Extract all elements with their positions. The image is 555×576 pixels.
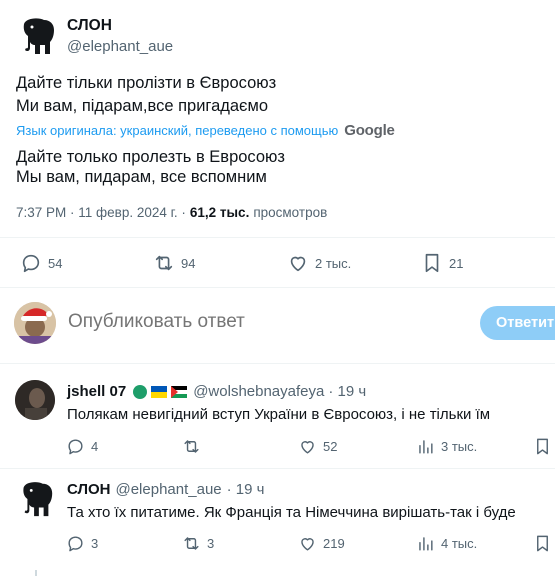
- divider: [0, 468, 555, 469]
- reply-text: Та хто їх питатиме. Як Франція та Німечч…: [67, 504, 516, 521]
- elephant-logo-icon: [23, 18, 54, 54]
- reply-icon: [68, 536, 83, 552]
- bookmark-icon: [537, 535, 548, 552]
- bookmark-icon: [537, 438, 548, 455]
- tweet-timestamp[interactable]: 7:37 PM · 11 февр. 2024 г. ·: [16, 205, 186, 220]
- reply-author-handle[interactable]: @elephant_aue: [115, 481, 221, 498]
- reply-author-avatar[interactable]: [15, 380, 55, 420]
- retweet-count: 94: [181, 255, 196, 271]
- santa-hat-avatar-icon: [14, 302, 56, 344]
- translation-note[interactable]: Язык оригинала: украинский, переведено с…: [16, 122, 395, 139]
- reply-bookmark-button[interactable]: [533, 437, 552, 456]
- translated-text-line-2: Мы вам, пидарам, все вспомним: [16, 168, 267, 186]
- reply-retweet-button[interactable]: 3: [182, 534, 214, 553]
- reply-reply-button[interactable]: 3: [66, 534, 98, 553]
- bookmark-count: 21: [449, 255, 464, 271]
- reply-time[interactable]: · 19 ч: [328, 383, 366, 400]
- translated-text-line-1: Дайте только пролезть в Евросоюз: [16, 148, 285, 166]
- analytics-icon: [419, 537, 433, 551]
- reply-button[interactable]: 54: [20, 252, 62, 274]
- divider: [0, 237, 555, 238]
- reply-count: 54: [48, 255, 63, 271]
- reply-icon: [68, 439, 83, 455]
- divider: [0, 287, 555, 288]
- heart-icon: [301, 538, 314, 551]
- reply-author-handle[interactable]: @wolshebnayafeya: [193, 383, 324, 400]
- reply-time[interactable]: · 19 ч: [227, 481, 265, 498]
- reply-views-count: 4 тыс.: [441, 536, 478, 551]
- reply-icon: [22, 254, 40, 273]
- palestine-flag-icon: [171, 385, 188, 398]
- reply-like-count: 52: [323, 439, 338, 454]
- reply-author-avatar[interactable]: [16, 478, 56, 518]
- retweet-icon: [184, 537, 199, 550]
- reply-bookmark-button[interactable]: [533, 534, 552, 553]
- reply-header: СЛОН @elephant_aue · 19 ч: [67, 481, 264, 498]
- ukraine-flag-icon: [151, 385, 168, 398]
- tweet-meta: 7:37 PM · 11 февр. 2024 г. · 61,2 тыс. п…: [16, 205, 327, 220]
- reply-like-count: 219: [323, 536, 345, 551]
- reply-retweet-count: 3: [207, 536, 215, 551]
- heart-icon: [301, 441, 314, 454]
- retweet-button[interactable]: 94: [153, 252, 195, 274]
- reply-like-button[interactable]: 219: [298, 534, 345, 553]
- reply-header: jshell 07 @wolshebnayafeya · 19 ч: [67, 383, 366, 400]
- views-label: просмотров: [253, 205, 328, 220]
- author-handle[interactable]: @elephant_aue: [67, 38, 173, 55]
- like-button[interactable]: 2 тыс.: [287, 252, 351, 274]
- reply-views-button[interactable]: 4 тыс.: [416, 534, 477, 553]
- retweet-icon: [155, 255, 173, 271]
- bookmark-button[interactable]: 21: [421, 252, 463, 274]
- current-user-avatar[interactable]: [14, 302, 56, 344]
- retweet-icon: [184, 440, 199, 453]
- google-logo: Google: [344, 122, 395, 139]
- reply-reply-button[interactable]: 4: [66, 437, 98, 456]
- reply-text: Полякам невигідний вступ України в Єврос…: [67, 406, 491, 423]
- reply-retweet-button[interactable]: [182, 437, 207, 456]
- reply-author-name[interactable]: СЛОН: [67, 481, 110, 498]
- reply-submit-button[interactable]: Ответить: [480, 306, 555, 340]
- reply-input[interactable]: [68, 308, 448, 336]
- photo-avatar-icon: [15, 380, 55, 420]
- tweet-text-line-2: Ми вам, підарам,все пригадаємо: [16, 97, 268, 115]
- peacock-emoji-icon: [133, 384, 148, 399]
- author-avatar[interactable]: [16, 14, 58, 56]
- reply-author-name[interactable]: jshell 07: [67, 383, 126, 400]
- translation-note-text: Язык оригинала: украинский, переведено с…: [16, 123, 339, 138]
- reply-views-count: 3 тыс.: [441, 439, 478, 454]
- reply-like-button[interactable]: 52: [298, 437, 337, 456]
- thread-line: [35, 570, 37, 576]
- analytics-icon: [419, 440, 433, 454]
- elephant-logo-icon: [23, 482, 53, 517]
- views-count: 61,2 тыс.: [189, 205, 250, 220]
- like-count: 2 тыс.: [315, 255, 352, 271]
- reply-views-button[interactable]: 3 тыс.: [416, 437, 477, 456]
- reply-reply-count: 3: [91, 536, 99, 551]
- heart-icon: [290, 256, 306, 272]
- divider: [0, 363, 555, 364]
- bookmark-icon: [425, 253, 439, 273]
- reply-reply-count: 4: [91, 439, 99, 454]
- tweet-text-line-1: Дайте тільки пролізти в Євросоюз: [16, 74, 277, 92]
- author-name[interactable]: СЛОН: [67, 17, 112, 35]
